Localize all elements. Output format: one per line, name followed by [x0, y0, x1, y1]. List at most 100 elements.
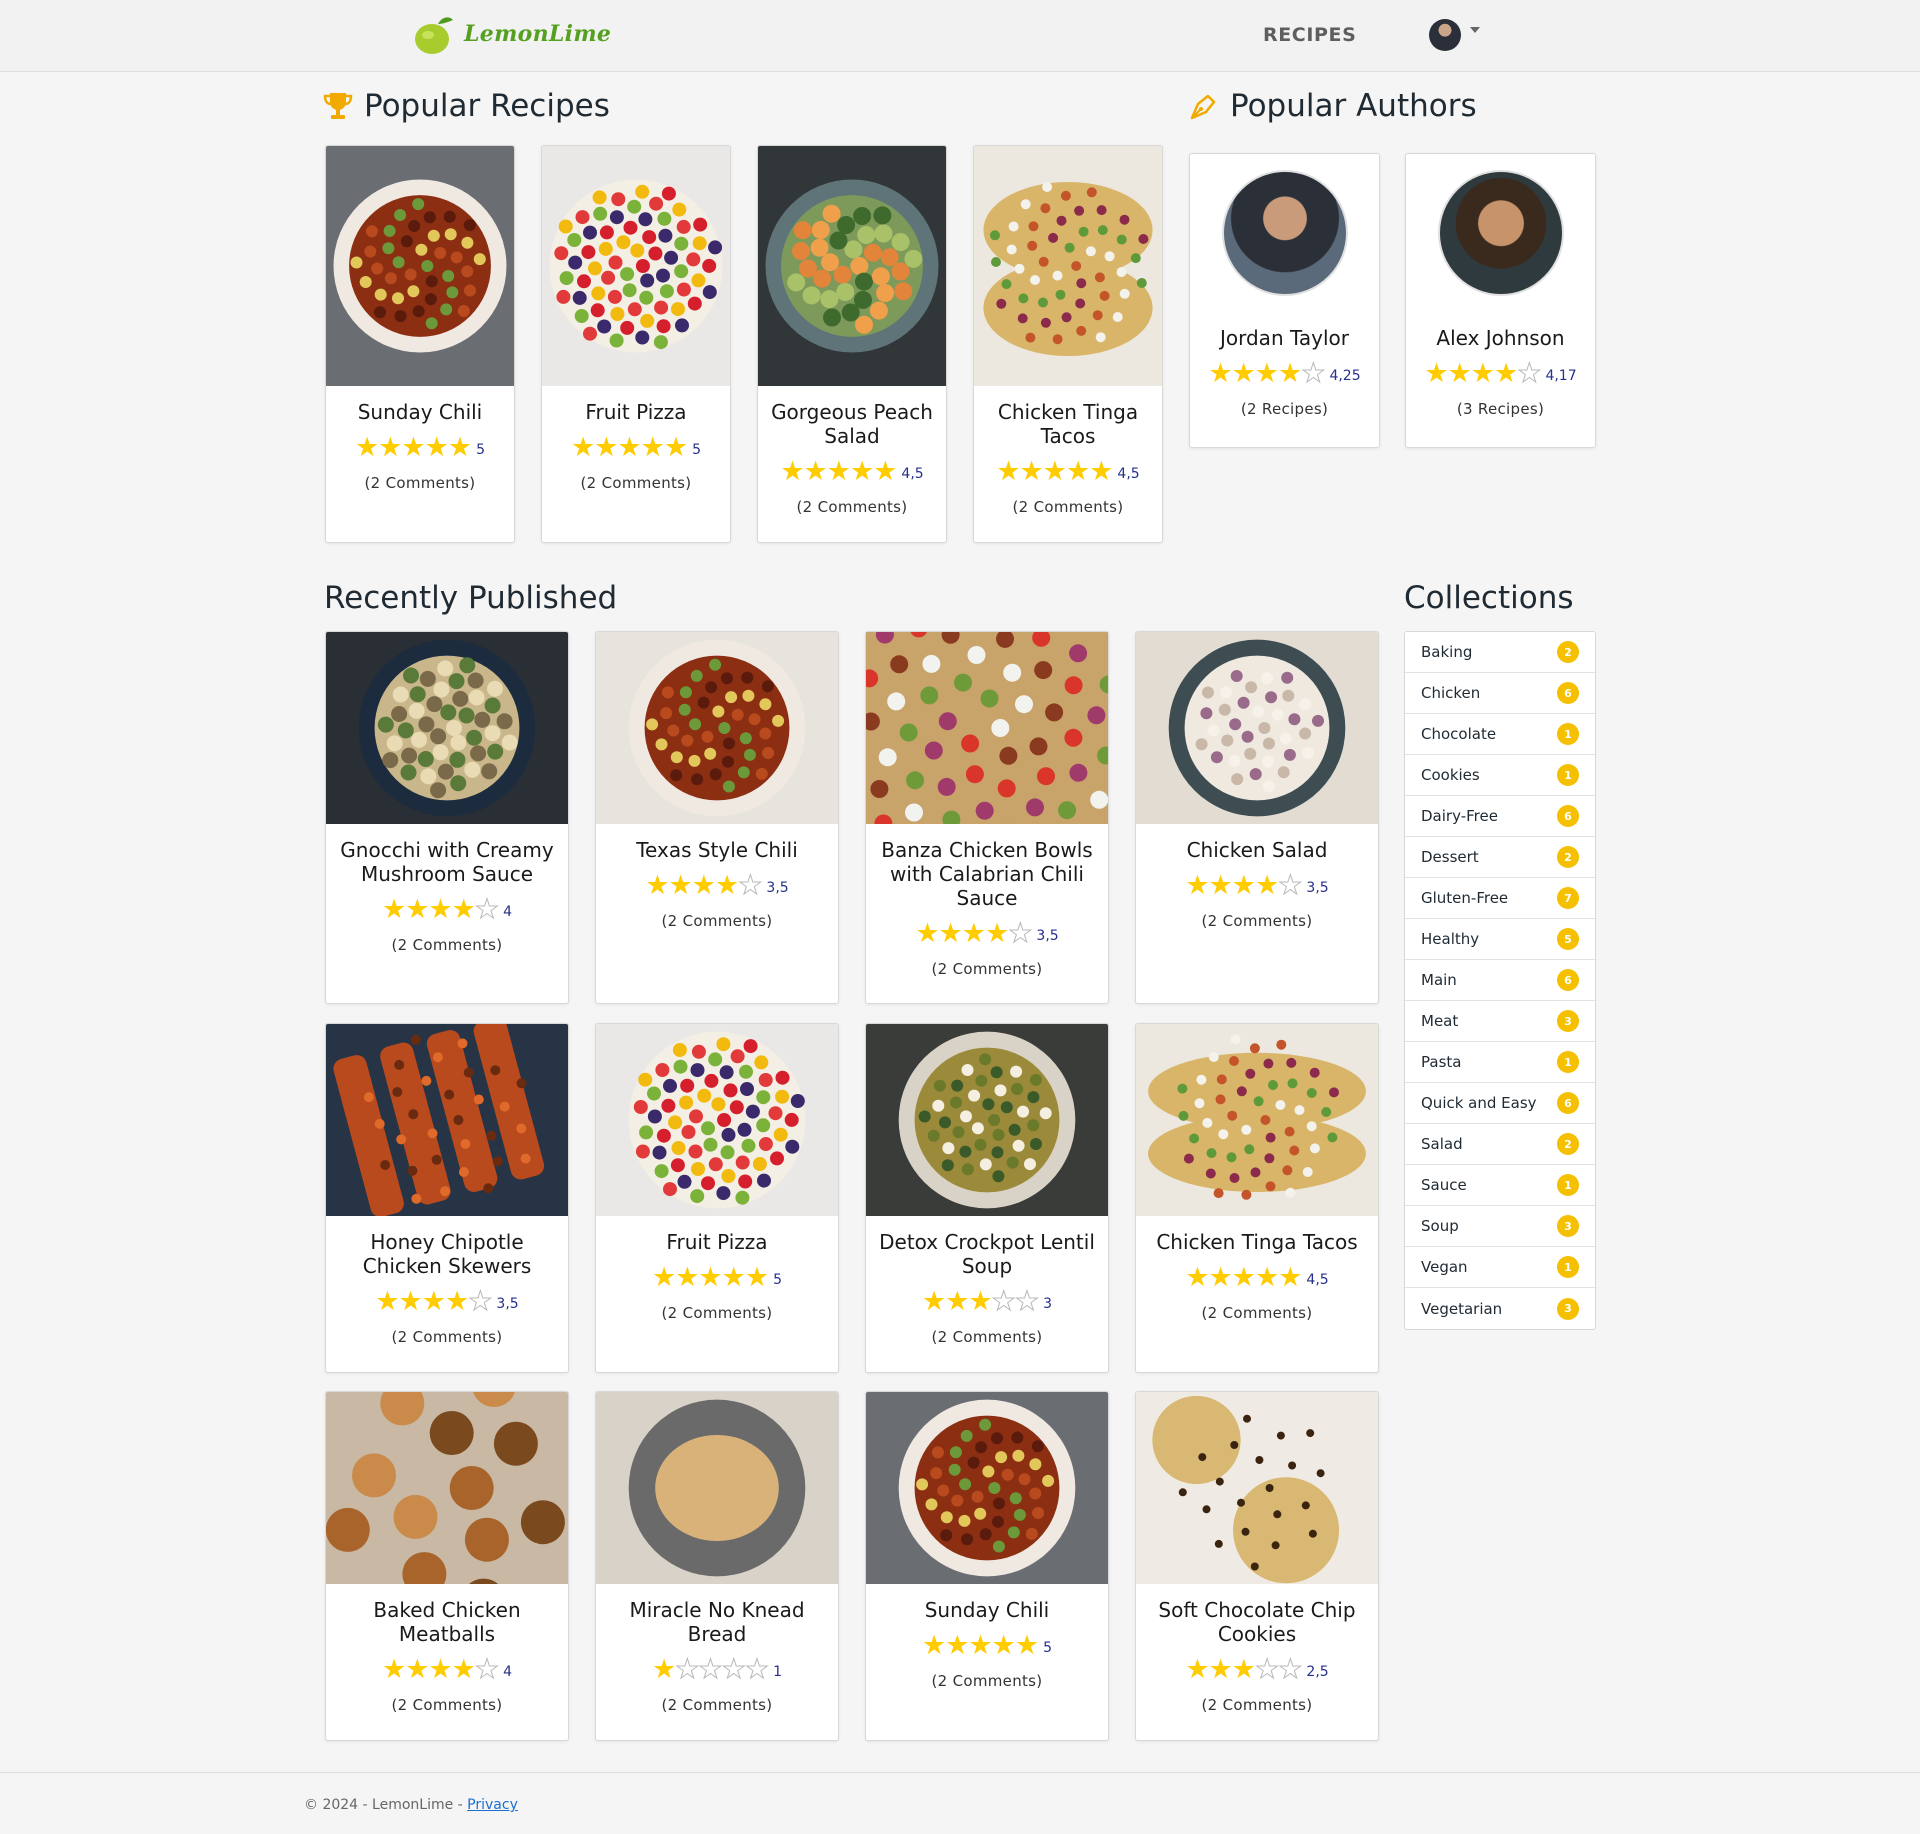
- collection-name[interactable]: Dessert: [1421, 848, 1479, 866]
- collection-item[interactable]: Chocolate 1: [1405, 714, 1595, 755]
- recipe-title[interactable]: Miracle No Knead Bread: [596, 1598, 838, 1646]
- recipe-card[interactable]: Chicken Tinga Tacos ★★★★★ 4,5 (2 Comment…: [1135, 1023, 1379, 1373]
- recipe-card[interactable]: Gnocchi with Creamy Mushroom Sauce ★★★★★…: [325, 631, 569, 1004]
- collection-item[interactable]: Gluten-Free 7: [1405, 878, 1595, 919]
- collection-item[interactable]: Dairy-Free 6: [1405, 796, 1595, 837]
- recipe-photo[interactable]: [326, 146, 514, 386]
- recipe-title[interactable]: Detox Crockpot Lentil Soup: [866, 1230, 1108, 1278]
- recipe-title[interactable]: Chicken Tinga Tacos: [974, 400, 1162, 448]
- recipe-photo[interactable]: [1136, 1024, 1378, 1216]
- recipe-card[interactable]: Fruit Pizza ★★★★★ 5 (2 Comments): [595, 1023, 839, 1373]
- collection-name[interactable]: Chocolate: [1421, 725, 1496, 743]
- collection-name[interactable]: Chicken: [1421, 684, 1480, 702]
- recipe-photo[interactable]: [1136, 1392, 1378, 1584]
- author-name[interactable]: Alex Johnson: [1406, 326, 1595, 350]
- user-avatar-button[interactable]: [1429, 19, 1461, 51]
- collection-item[interactable]: Salad 2: [1405, 1124, 1595, 1165]
- collection-name[interactable]: Vegan: [1421, 1258, 1468, 1276]
- recipe-card[interactable]: Chicken Tinga Tacos ★★★★★ 4,5 (2 Comment…: [973, 145, 1163, 543]
- collection-item[interactable]: Meat 3: [1405, 1001, 1595, 1042]
- collection-item[interactable]: Chicken 6: [1405, 673, 1595, 714]
- collection-name[interactable]: Soup: [1421, 1217, 1459, 1235]
- collection-item[interactable]: Pasta 1: [1405, 1042, 1595, 1083]
- author-avatar[interactable]: [1437, 170, 1564, 296]
- recipe-photo[interactable]: [596, 1024, 838, 1216]
- collection-item[interactable]: Healthy 5: [1405, 919, 1595, 960]
- author-card[interactable]: Jordan Taylor ★★★★★ 4,25 (2 Recipes): [1189, 153, 1380, 448]
- author-name[interactable]: Jordan Taylor: [1190, 326, 1379, 350]
- collection-item[interactable]: Sauce 1: [1405, 1165, 1595, 1206]
- recipe-title[interactable]: Honey Chipotle Chicken Skewers: [326, 1230, 568, 1278]
- chevron-down-icon[interactable]: [1470, 27, 1480, 33]
- collection-name[interactable]: Quick and Easy: [1421, 1094, 1537, 1112]
- recipe-card[interactable]: Sunday Chili ★★★★★ 5 (2 Comments): [325, 145, 515, 543]
- collection-item[interactable]: Soup 3: [1405, 1206, 1595, 1247]
- recipe-card[interactable]: Chicken Salad ★★★★★ 3,5 (2 Comments): [1135, 631, 1379, 1004]
- recipe-title[interactable]: Sunday Chili: [326, 400, 514, 424]
- recipe-title[interactable]: Sunday Chili: [866, 1598, 1108, 1622]
- collection-name[interactable]: Pasta: [1421, 1053, 1461, 1071]
- collection-item[interactable]: Cookies 1: [1405, 755, 1595, 796]
- recipe-photo[interactable]: [866, 1024, 1108, 1216]
- collection-name[interactable]: Cookies: [1421, 766, 1480, 784]
- recipe-photo[interactable]: [596, 632, 838, 824]
- recipe-photo[interactable]: [866, 1392, 1108, 1584]
- recipe-photo[interactable]: [542, 146, 730, 386]
- collection-count-badge: 1: [1557, 1051, 1579, 1073]
- collection-name[interactable]: Gluten-Free: [1421, 889, 1508, 907]
- recipe-title[interactable]: Chicken Tinga Tacos: [1136, 1230, 1378, 1254]
- star-rating: ★★★★★: [571, 434, 688, 462]
- collection-name[interactable]: Salad: [1421, 1135, 1463, 1153]
- collection-name[interactable]: Dairy-Free: [1421, 807, 1498, 825]
- collection-item[interactable]: Quick and Easy 6: [1405, 1083, 1595, 1124]
- author-avatar[interactable]: [1221, 170, 1348, 296]
- recipe-title[interactable]: Fruit Pizza: [542, 400, 730, 424]
- collection-name[interactable]: Baking: [1421, 643, 1472, 661]
- recipe-photo[interactable]: [1136, 632, 1378, 824]
- recipe-title[interactable]: Texas Style Chili: [596, 838, 838, 862]
- popular-recipes-heading: Popular Recipes: [322, 88, 610, 124]
- collection-name[interactable]: Vegetarian: [1421, 1300, 1502, 1318]
- recipe-card[interactable]: Detox Crockpot Lentil Soup ★★★★★ 3 (2 Co…: [865, 1023, 1109, 1373]
- collection-count-badge: 6: [1557, 1092, 1579, 1114]
- recipe-card[interactable]: Miracle No Knead Bread ★★★★★ 1 (2 Commen…: [595, 1391, 839, 1741]
- recipe-card[interactable]: Fruit Pizza ★★★★★ 5 (2 Comments): [541, 145, 731, 543]
- star-rating: ★★★★★: [915, 919, 1033, 948]
- recipe-card[interactable]: Sunday Chili ★★★★★ 5 (2 Comments): [865, 1391, 1109, 1741]
- collection-name[interactable]: Meat: [1421, 1012, 1458, 1030]
- collection-name[interactable]: Main: [1421, 971, 1457, 989]
- recipe-photo[interactable]: [326, 1392, 568, 1584]
- recipe-title[interactable]: Baked Chicken Meatballs: [326, 1598, 568, 1646]
- collection-name[interactable]: Healthy: [1421, 930, 1479, 948]
- recipe-photo[interactable]: [326, 632, 568, 824]
- recipe-photo[interactable]: [974, 146, 1162, 386]
- rating-value: 3,5: [1036, 928, 1059, 944]
- author-card[interactable]: Alex Johnson ★★★★★ 4,17 (3 Recipes): [1405, 153, 1596, 448]
- privacy-link[interactable]: Privacy: [467, 1797, 518, 1813]
- collection-item[interactable]: Vegetarian 3: [1405, 1288, 1595, 1329]
- recipe-photo[interactable]: [758, 146, 946, 386]
- recipe-photo[interactable]: [596, 1392, 838, 1584]
- recipe-title[interactable]: Banza Chicken Bowls with Calabrian Chili…: [866, 838, 1108, 910]
- collection-item[interactable]: Main 6: [1405, 960, 1595, 1001]
- nav-recipes-link[interactable]: RECIPES: [1263, 24, 1356, 46]
- recipe-title[interactable]: Chicken Salad: [1136, 838, 1378, 862]
- collection-item[interactable]: Dessert 2: [1405, 837, 1595, 878]
- recipe-card[interactable]: Soft Chocolate Chip Cookies ★★★★★ 2,5 (2…: [1135, 1391, 1379, 1741]
- collection-item[interactable]: Vegan 1: [1405, 1247, 1595, 1288]
- recipe-card[interactable]: Gorgeous Peach Salad ★★★★★ 4,5 (2 Commen…: [757, 145, 947, 543]
- recipe-title[interactable]: Gnocchi with Creamy Mushroom Sauce: [326, 838, 568, 886]
- collection-item[interactable]: Baking 2: [1405, 632, 1595, 673]
- recipe-card[interactable]: Banza Chicken Bowls with Calabrian Chili…: [865, 631, 1109, 1004]
- recipe-card[interactable]: Honey Chipotle Chicken Skewers ★★★★★ 3,5…: [325, 1023, 569, 1373]
- brand-logo-link[interactable]: LemonLime: [412, 12, 611, 56]
- recipe-photo[interactable]: [326, 1024, 568, 1216]
- recipe-title[interactable]: Gorgeous Peach Salad: [758, 400, 946, 448]
- recipe-card[interactable]: Texas Style Chili ★★★★★ 3,5 (2 Comments): [595, 631, 839, 1004]
- recipe-photo[interactable]: [866, 632, 1108, 824]
- recipe-title[interactable]: Fruit Pizza: [596, 1230, 838, 1254]
- recipe-card[interactable]: Baked Chicken Meatballs ★★★★★ 4 (2 Comme…: [325, 1391, 569, 1741]
- recipe-title[interactable]: Soft Chocolate Chip Cookies: [1136, 1598, 1378, 1646]
- star-rating: ★★★★★: [652, 1655, 770, 1684]
- collection-name[interactable]: Sauce: [1421, 1176, 1467, 1194]
